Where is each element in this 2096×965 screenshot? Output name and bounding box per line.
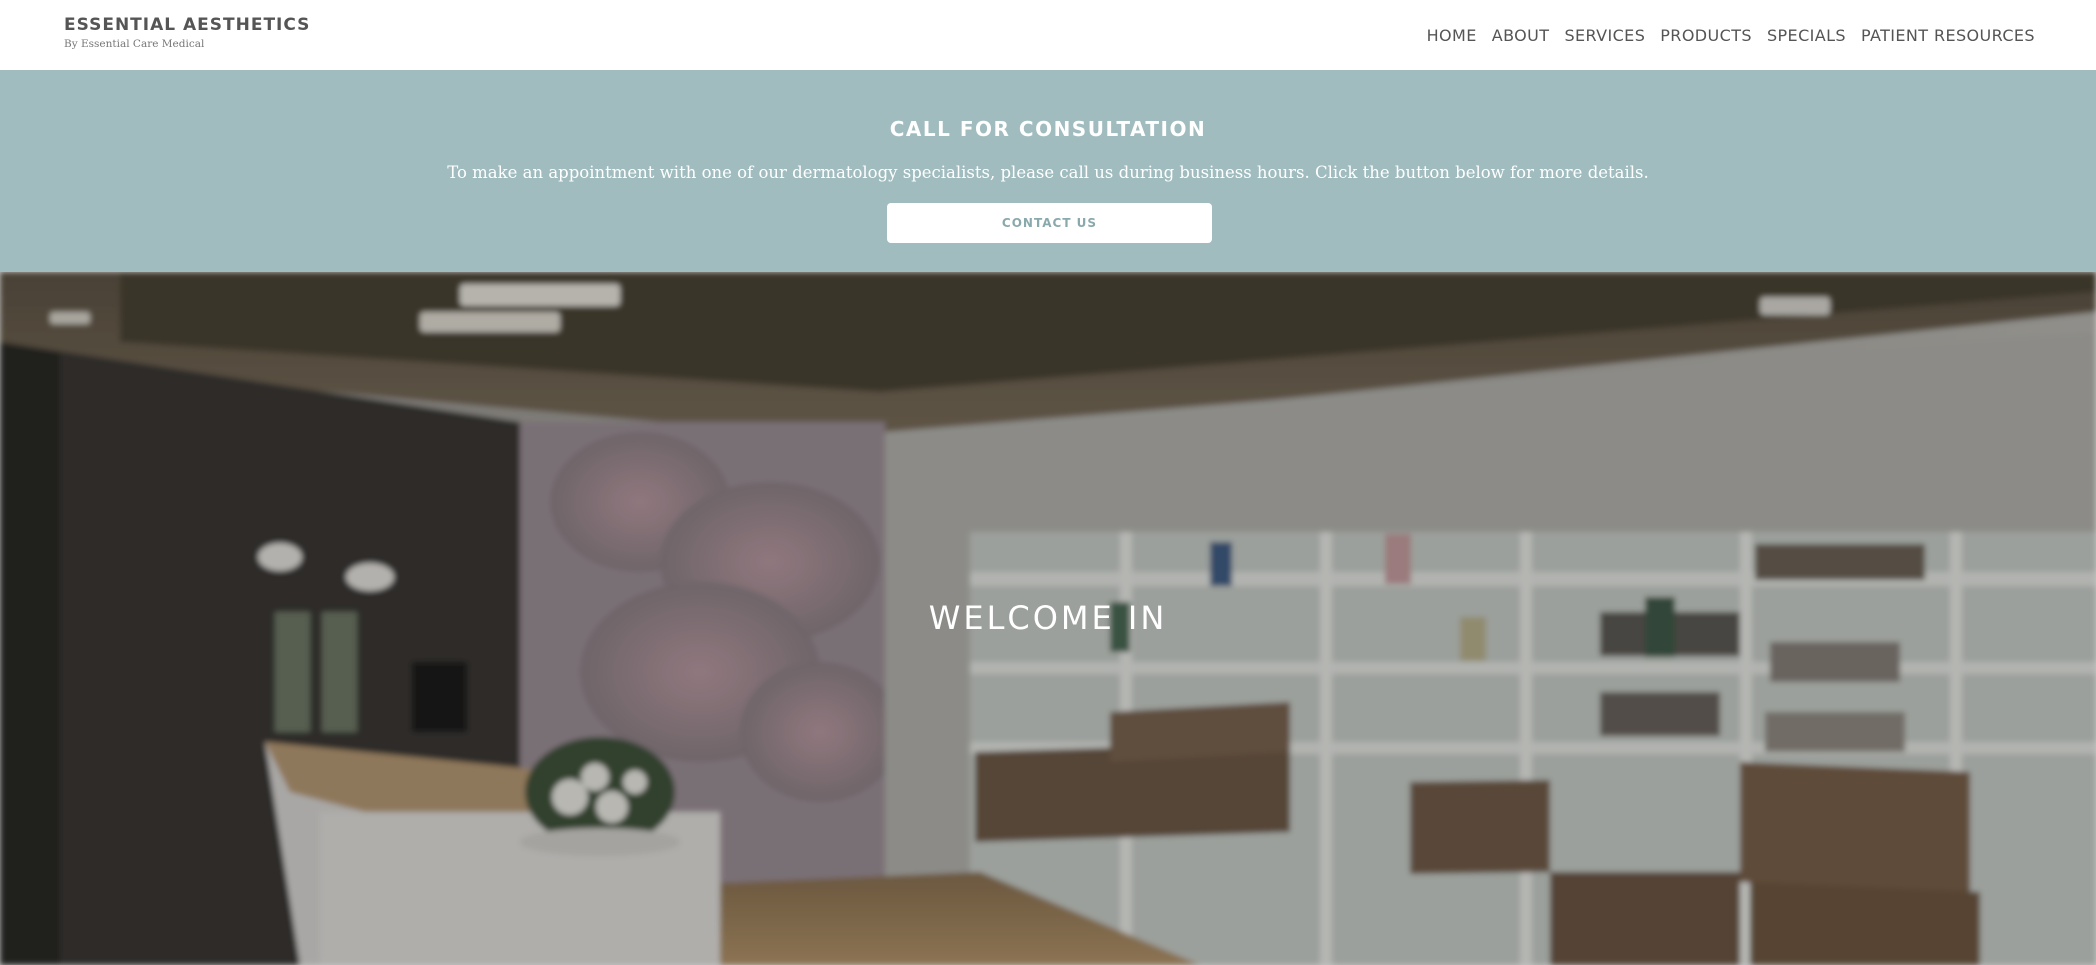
nav-patient-resources[interactable]: PATIENT RESOURCES xyxy=(1861,26,2035,45)
nav-home[interactable]: HOME xyxy=(1427,26,1477,45)
consultation-text: To make an appointment with one of our d… xyxy=(447,163,1649,182)
contact-us-button[interactable]: CONTACT US xyxy=(887,203,1212,243)
site-header: ESSENTIAL AESTHETICS By Essential Care M… xyxy=(0,0,2096,70)
hero-section: WELCOME IN xyxy=(0,272,2096,965)
nav-specials[interactable]: SPECIALS xyxy=(1767,26,1846,45)
nav-about[interactable]: ABOUT xyxy=(1492,26,1550,45)
nav-products[interactable]: PRODUCTS xyxy=(1660,26,1752,45)
brand-name: ESSENTIAL AESTHETICS xyxy=(64,15,311,35)
nav-services[interactable]: SERVICES xyxy=(1564,26,1645,45)
consultation-banner: CALL FOR CONSULTATION To make an appoint… xyxy=(0,70,2096,272)
brand-logo[interactable]: ESSENTIAL AESTHETICS By Essential Care M… xyxy=(64,15,310,51)
brand-tagline: By Essential Care Medical xyxy=(64,38,205,50)
consultation-title: CALL FOR CONSULTATION xyxy=(889,117,1207,141)
hero-title: WELCOME IN xyxy=(928,599,1168,637)
main-nav: HOME ABOUT SERVICES PRODUCTS SPECIALS PA… xyxy=(1427,0,2035,70)
